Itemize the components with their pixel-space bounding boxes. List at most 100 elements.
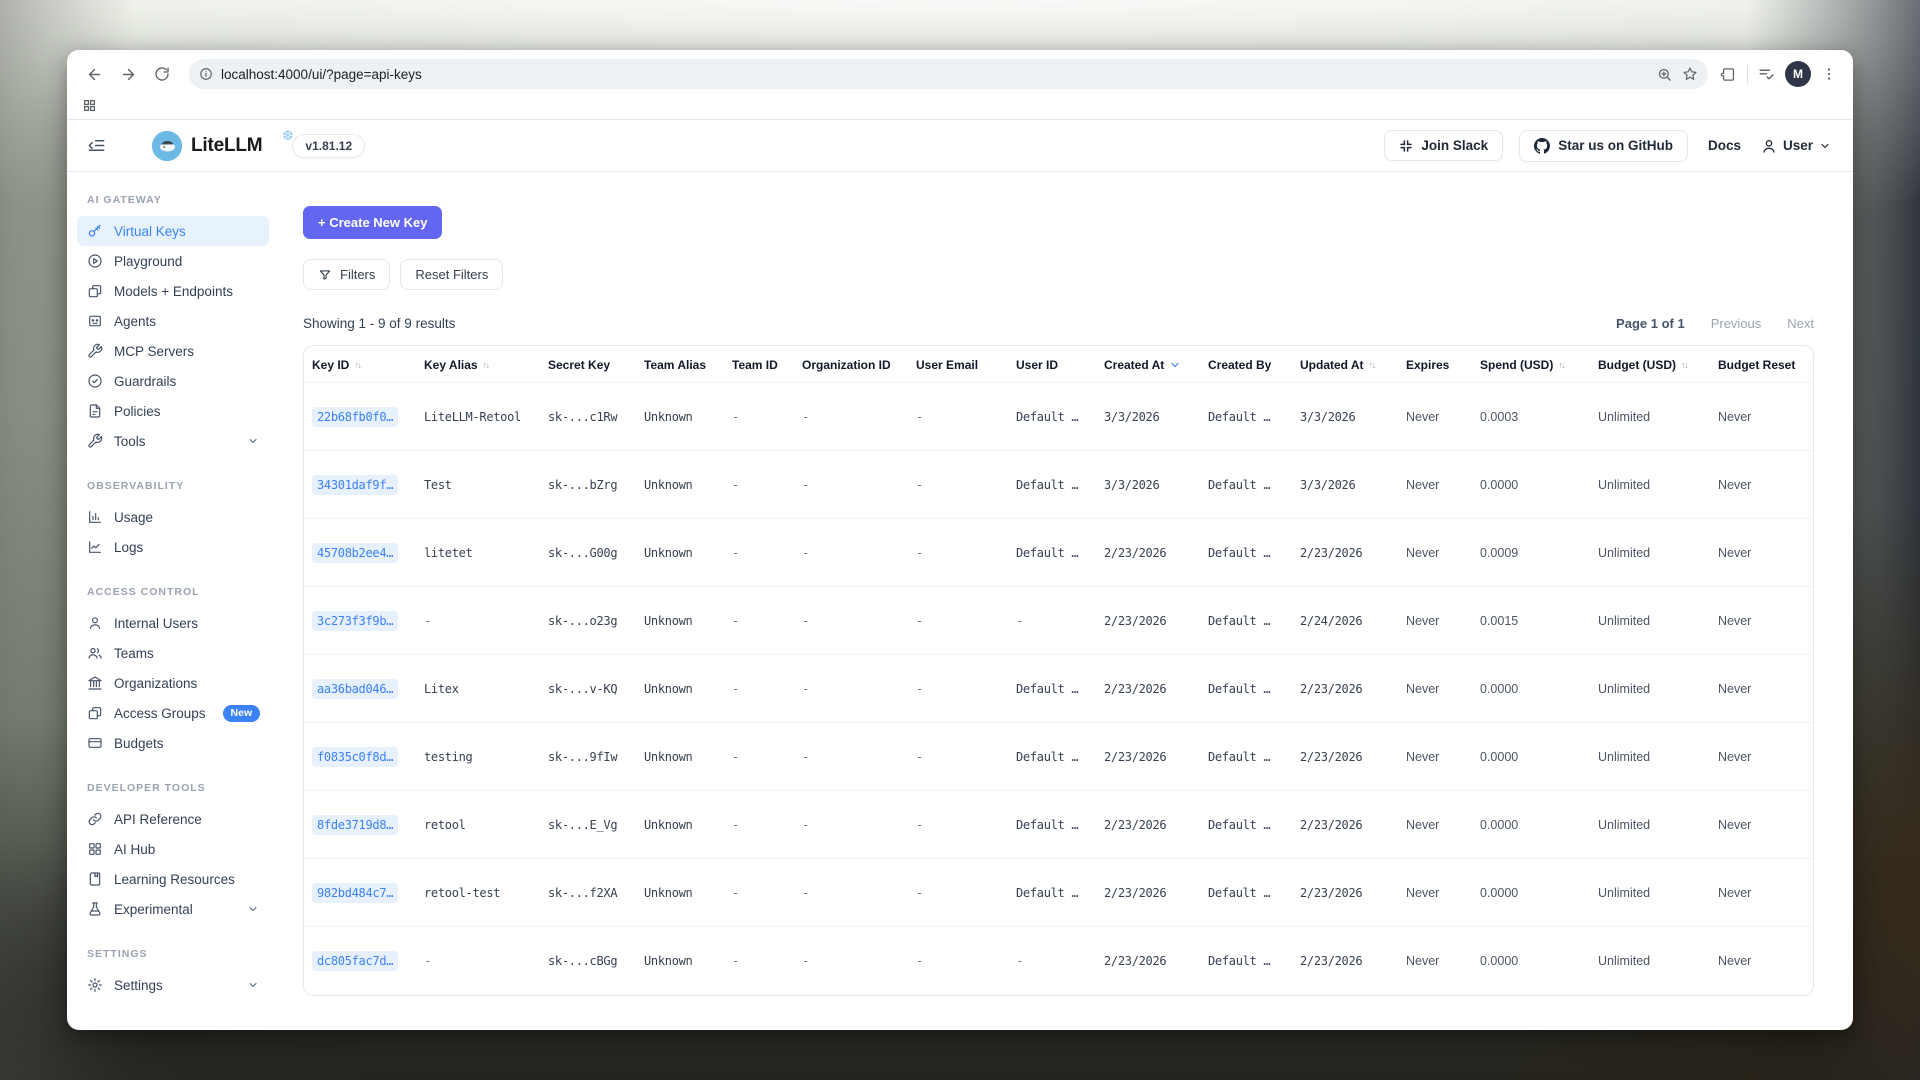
sidebar-section: SETTINGSSettings	[77, 948, 269, 1000]
reading-list-icon[interactable]	[1758, 66, 1775, 83]
column-header-spend-usd-[interactable]: Spend (USD) ↑↓	[1472, 346, 1590, 383]
cell-updated-at: 2/24/2026	[1292, 587, 1398, 655]
extensions-icon[interactable]	[1720, 66, 1737, 83]
sidebar-item-internal-users[interactable]: Internal Users	[77, 608, 269, 638]
cell-budget-usd-: Unlimited	[1590, 587, 1710, 655]
cell-user-email: -	[908, 859, 1008, 927]
sidebar-item-label: Budgets	[114, 736, 164, 751]
sidebar-item-teams[interactable]: Teams	[77, 638, 269, 668]
sidebar-item-api-reference[interactable]: API Reference	[77, 804, 269, 834]
key-id-link[interactable]: 34301daf9f…	[312, 475, 398, 495]
cell-budget-usd-: Unlimited	[1590, 723, 1710, 791]
cell-updated-at: 2/23/2026	[1292, 927, 1398, 995]
column-label: Spend (USD)	[1480, 358, 1553, 372]
column-header-expires[interactable]: Expires	[1398, 346, 1472, 383]
column-header-team-alias[interactable]: Team Alias	[636, 346, 724, 383]
cell-budget-reset: Never	[1710, 791, 1814, 859]
next-page-button[interactable]: Next	[1787, 316, 1814, 331]
key-id-link[interactable]: 8fde3719d8…	[312, 815, 398, 835]
bookmark-star-icon[interactable]	[1682, 66, 1698, 82]
key-id-link[interactable]: f0835c0f8d…	[312, 747, 398, 767]
sidebar-item-logs[interactable]: Logs	[77, 532, 269, 562]
document-icon	[87, 403, 103, 419]
cell-created-by: Default …	[1200, 723, 1292, 791]
filters-button[interactable]: Filters	[303, 259, 390, 290]
brand-name: LiteLLM	[191, 135, 262, 157]
key-id-link[interactable]: 22b68fb0f0…	[312, 407, 398, 427]
column-header-updated-at[interactable]: Updated At↑↓	[1292, 346, 1398, 383]
column-header-secret-key[interactable]: Secret Key	[540, 346, 636, 383]
sidebar-item-organizations[interactable]: Organizations	[77, 668, 269, 698]
sidebar-item-experimental[interactable]: Experimental	[77, 894, 269, 924]
sidebar-item-ai-hub[interactable]: AI Hub	[77, 834, 269, 864]
sidebar-item-usage[interactable]: Usage	[77, 502, 269, 532]
cell-user-id: Default …	[1008, 723, 1096, 791]
key-id-link[interactable]: 3c273f3f9b…	[312, 611, 398, 631]
user-menu[interactable]: User	[1761, 138, 1831, 154]
layers-icon	[87, 283, 103, 299]
zoom-icon[interactable]	[1657, 67, 1672, 82]
cell-created-by: Default …	[1200, 927, 1292, 995]
key-id-link[interactable]: 45708b2ee4…	[312, 543, 398, 563]
previous-page-button[interactable]: Previous	[1711, 316, 1762, 331]
column-header-key-alias[interactable]: Key Alias↑↓	[416, 346, 540, 383]
column-header-organization-id[interactable]: Organization ID	[794, 346, 908, 383]
url-bar[interactable]: localhost:4000/ui/?page=api-keys	[189, 59, 1708, 89]
brand[interactable]: LiteLLM	[152, 131, 262, 161]
forward-icon[interactable]	[113, 59, 143, 89]
cell-secret-key: sk-...9fIw	[540, 723, 636, 791]
join-slack-button[interactable]: Join Slack	[1384, 130, 1503, 161]
table-row: dc805fac7d…-sk-...cBGgUnknown----2/23/20…	[304, 927, 1814, 995]
sidebar-item-mcp-servers[interactable]: MCP Servers	[77, 336, 269, 366]
column-header-budget-reset[interactable]: Budget Reset	[1710, 346, 1814, 383]
star-github-button[interactable]: Star us on GitHub	[1519, 130, 1688, 162]
sort-icon[interactable]: ↑↓	[1369, 361, 1375, 370]
cell-created-by: Default …	[1200, 791, 1292, 859]
docs-link[interactable]: Docs	[1704, 138, 1745, 153]
sort-icon[interactable]: ↑↓	[1681, 361, 1687, 370]
column-header-key-id[interactable]: Key ID↑↓	[304, 346, 416, 383]
sidebar-item-playground[interactable]: Playground	[77, 246, 269, 276]
sort-icon[interactable]: ↑↓	[1558, 361, 1564, 370]
refresh-icon[interactable]	[147, 59, 177, 89]
cell-updated-at: 3/3/2026	[1292, 383, 1398, 451]
sidebar-item-models-endpoints[interactable]: Models + Endpoints	[77, 276, 269, 306]
sidebar-item-access-groups[interactable]: Access GroupsNew	[77, 698, 269, 728]
menu-dots-icon[interactable]	[1821, 66, 1837, 82]
cell-spend-usd-: 0.0009	[1472, 519, 1590, 587]
column-label: User ID	[1016, 358, 1058, 372]
key-id-link[interactable]: 982bd484c7…	[312, 883, 398, 903]
sidebar-item-guardrails[interactable]: Guardrails	[77, 366, 269, 396]
sidebar-item-settings[interactable]: Settings	[77, 970, 269, 1000]
sidebar-item-tools[interactable]: Tools	[77, 426, 269, 456]
cell-created-at: 2/23/2026	[1096, 927, 1200, 995]
back-icon[interactable]	[79, 59, 109, 89]
sidebar-item-budgets[interactable]: Budgets	[77, 728, 269, 758]
column-header-user-id[interactable]: User ID	[1008, 346, 1096, 383]
cell-team-id: -	[724, 587, 794, 655]
sort-icon[interactable]: ↑↓	[483, 361, 489, 370]
profile-avatar[interactable]: M	[1785, 61, 1811, 87]
sidebar-item-policies[interactable]: Policies	[77, 396, 269, 426]
sidebar-item-learning-resources[interactable]: Learning Resources	[77, 864, 269, 894]
key-id-link[interactable]: dc805fac7d…	[312, 951, 398, 971]
column-header-team-id[interactable]: Team ID	[724, 346, 794, 383]
keys-table: Key ID↑↓Key Alias↑↓Secret KeyTeam AliasT…	[304, 346, 1814, 995]
column-header-budget-usd-[interactable]: Budget (USD)↑↓	[1590, 346, 1710, 383]
column-header-created-by[interactable]: Created By	[1200, 346, 1292, 383]
create-new-key-button[interactable]: + Create New Key	[303, 206, 442, 239]
sort-icon[interactable]: ↑↓	[354, 361, 360, 370]
sidebar-item-virtual-keys[interactable]: Virtual Keys	[77, 216, 269, 246]
column-header-created-at[interactable]: Created At	[1096, 346, 1200, 383]
cell-budget-reset: Never	[1710, 383, 1814, 451]
apps-grid-icon[interactable]	[83, 99, 96, 112]
key-id-link[interactable]: aa36bad046…	[312, 679, 398, 699]
collapse-sidebar-icon[interactable]	[83, 132, 110, 159]
site-info-icon[interactable]	[199, 67, 213, 81]
url-text[interactable]: localhost:4000/ui/?page=api-keys	[221, 67, 1657, 82]
sort-desc-icon[interactable]	[1169, 359, 1181, 371]
reset-filters-button[interactable]: Reset Filters	[400, 259, 503, 290]
column-header-user-email[interactable]: User Email	[908, 346, 1008, 383]
cell-organization-id: -	[794, 927, 908, 995]
sidebar-item-agents[interactable]: Agents	[77, 306, 269, 336]
